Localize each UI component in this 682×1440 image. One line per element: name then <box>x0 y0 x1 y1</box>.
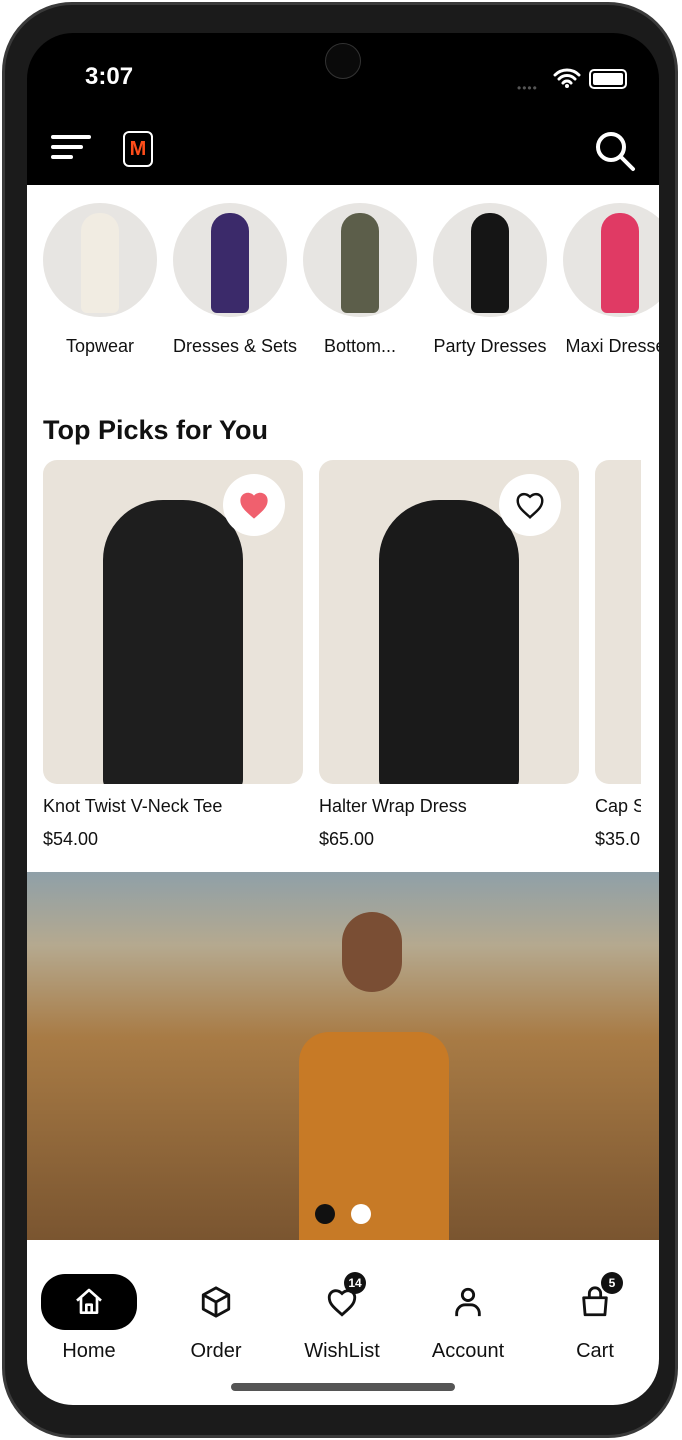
app-bar: M <box>27 123 659 185</box>
product-carousel[interactable]: Knot Twist V-Neck Tee $54.00 Halter Wrap… <box>43 460 641 850</box>
heart-filled-icon <box>240 492 268 519</box>
carousel-dot-active[interactable] <box>351 1204 371 1224</box>
status-time: 3:07 <box>85 63 134 90</box>
nav-wishlist[interactable]: 14 WishList <box>292 1272 392 1363</box>
user-icon <box>455 1287 481 1317</box>
product-name: Knot Twist V-Neck Tee <box>43 796 223 816</box>
content: Topwear Dresses & Sets Bottom... Party D… <box>27 185 659 1242</box>
search-icon[interactable] <box>593 129 637 173</box>
signal-icon: •••• <box>517 81 538 95</box>
category-list: Topwear Dresses & Sets Bottom... Party D… <box>43 203 659 357</box>
cart-badge: 5 <box>601 1272 623 1294</box>
category-bottom[interactable]: Bottom... <box>303 203 417 357</box>
product-card[interactable]: Knot Twist V-Neck Tee $54.00 <box>43 460 303 850</box>
wishlist-button[interactable] <box>223 474 285 536</box>
product-image <box>43 460 303 784</box>
promo-banner[interactable] <box>27 872 659 1242</box>
wishlist-badge: 14 <box>344 1272 366 1294</box>
menu-icon[interactable] <box>51 135 91 165</box>
home-icon <box>76 1288 102 1314</box>
battery-icon <box>589 69 627 89</box>
bottom-nav: Home Order 14 WishList Account 5 Cart <box>27 1240 659 1405</box>
category-image <box>303 203 417 317</box>
nav-order[interactable]: Order <box>166 1274 266 1363</box>
product-name: Cap S <box>595 796 641 816</box>
product-name: Halter Wrap Dress <box>319 796 467 816</box>
screen: 3:07 •••• M Topwear Dresses & Sets Botto… <box>27 33 659 1405</box>
phone-frame: 3:07 •••• M Topwear Dresses & Sets Botto… <box>2 2 678 1438</box>
category-dresses-sets[interactable]: Dresses & Sets <box>173 203 297 357</box>
nav-account[interactable]: Account <box>418 1274 518 1363</box>
camera-cutout <box>325 43 361 79</box>
status-bar: 3:07 •••• <box>27 33 659 123</box>
category-party-dresses[interactable]: Party Dresses <box>433 203 547 357</box>
brand-logo[interactable]: M <box>123 131 153 167</box>
product-price: $65.00 <box>319 829 375 849</box>
product-image <box>319 460 579 784</box>
category-image <box>563 203 659 317</box>
banner-image <box>342 912 402 992</box>
nav-home[interactable]: Home <box>39 1274 139 1363</box>
nav-cart[interactable]: 5 Cart <box>545 1272 645 1363</box>
wishlist-button[interactable] <box>499 474 561 536</box>
product-card[interactable]: Cap S $35.0 <box>595 460 641 850</box>
product-price: $35.0 <box>595 829 641 849</box>
heart-outline-icon <box>516 492 544 519</box>
product-price: $54.00 <box>43 829 99 849</box>
box-icon <box>201 1286 231 1318</box>
home-indicator[interactable] <box>231 1383 455 1391</box>
category-topwear[interactable]: Topwear <box>43 203 157 357</box>
category-image <box>43 203 157 317</box>
product-image <box>595 460 641 784</box>
wifi-icon <box>553 68 581 88</box>
carousel-dot[interactable] <box>315 1204 335 1224</box>
section-title: Top Picks for You <box>43 415 269 445</box>
product-card[interactable]: Halter Wrap Dress $65.00 <box>319 460 579 850</box>
category-maxi-dresses[interactable]: Maxi Dresses <box>563 203 659 357</box>
category-image <box>433 203 547 317</box>
category-image <box>173 203 287 317</box>
carousel-indicator <box>315 1204 371 1224</box>
